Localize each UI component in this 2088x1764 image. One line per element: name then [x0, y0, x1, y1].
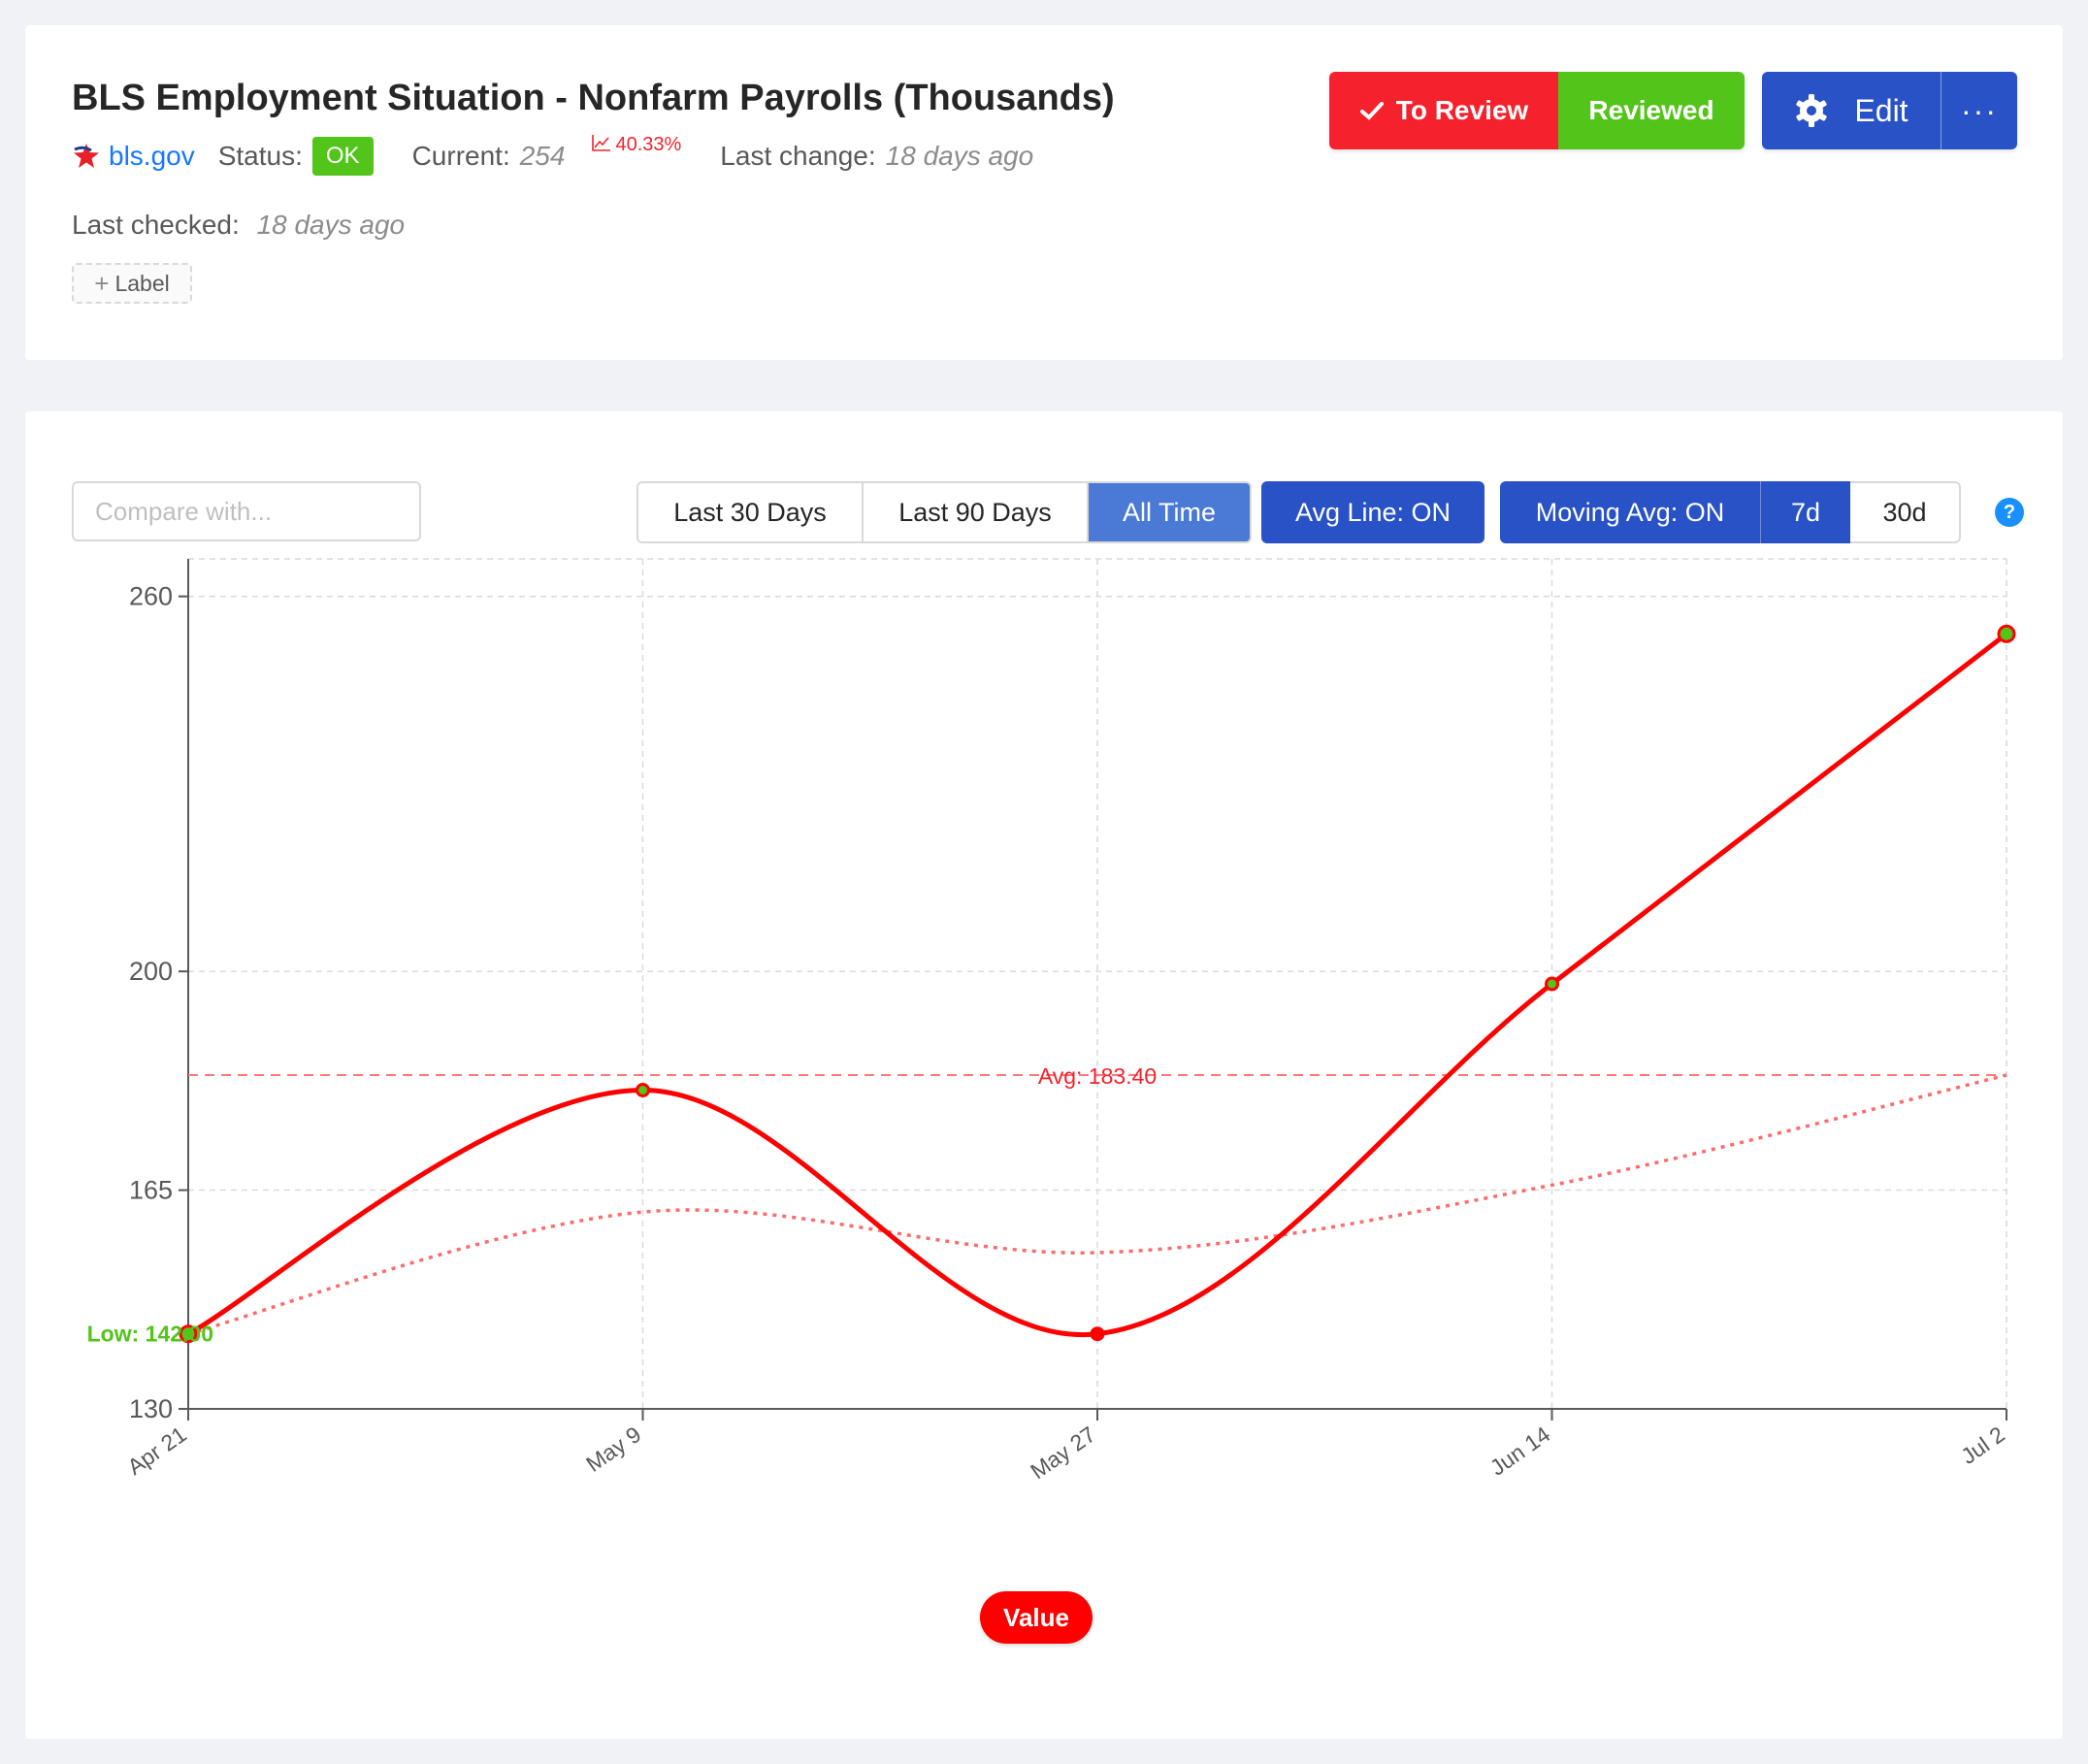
- low-marker-label: Low: 142.00: [87, 1322, 213, 1347]
- last-checked-value: 18 days ago: [256, 210, 406, 240]
- x-tick-label: Jun 14: [1485, 1421, 1555, 1481]
- page-title: BLS Employment Situation - Nonfarm Payro…: [72, 78, 1115, 118]
- y-tick-label: 165: [129, 1176, 173, 1205]
- check-icon: [1359, 102, 1384, 120]
- range-all-time[interactable]: All Time: [1087, 483, 1250, 541]
- avg-line-toggle[interactable]: Avg Line: ON: [1261, 481, 1484, 543]
- y-tick-label: 130: [129, 1394, 173, 1423]
- source-link[interactable]: bls.gov: [109, 141, 195, 172]
- current-label: Current:: [411, 141, 510, 171]
- ma-window-7d[interactable]: 7d: [1760, 481, 1850, 543]
- to-review-label: To Review: [1395, 95, 1529, 125]
- data-point: [636, 1083, 650, 1097]
- legend-item-value[interactable]: Value: [980, 1591, 1093, 1644]
- status-label: Status:: [217, 141, 303, 171]
- chart-card: Last 30 Days Last 90 Days All Time Avg L…: [25, 411, 2063, 1739]
- more-options-button[interactable]: ···: [1941, 72, 2017, 149]
- change-indicator: 40.33%: [592, 134, 681, 156]
- y-tick-label: 260: [129, 582, 173, 611]
- current-value: 254: [519, 141, 566, 171]
- reviewed-button[interactable]: Reviewed: [1558, 72, 1745, 149]
- star-icon: [74, 144, 99, 168]
- last-checked-row: Last checked: 18 days ago: [72, 210, 405, 241]
- add-label-text: Label: [114, 270, 170, 296]
- meta-row: bls.gov Status: OK Current: 254 40.33% L…: [72, 132, 1033, 180]
- last-change-label: Last change:: [720, 141, 876, 171]
- review-button-group: To Review Reviewed: [1329, 72, 1745, 149]
- last-checked-label: Last checked:: [72, 210, 240, 240]
- add-label-button[interactable]: + Label: [72, 263, 192, 304]
- x-tick-label: Jul 2: [1956, 1421, 2009, 1469]
- status-badge: OK: [311, 137, 374, 176]
- y-tick-label: 200: [129, 957, 173, 986]
- trend-up-icon: [592, 134, 611, 151]
- edit-label: Edit: [1854, 92, 1909, 128]
- range-last-90-days[interactable]: Last 90 Days: [862, 483, 1087, 541]
- data-point: [1545, 976, 1559, 992]
- plus-icon: +: [94, 268, 110, 298]
- avg-line-label: Avg: 183.40: [1038, 1063, 1157, 1089]
- ma-window-30d[interactable]: 30d: [1850, 481, 1961, 543]
- range-last-30-days[interactable]: Last 30 Days: [638, 483, 862, 541]
- last-change-value: 18 days ago: [885, 141, 1034, 171]
- to-review-button[interactable]: To Review: [1329, 72, 1558, 149]
- series-line-value: [186, 632, 2008, 1338]
- line-chart: 130 165 200 260 Apr 21 May 9 May 27 Jun 14 Jul 2…: [87, 558, 2016, 1485]
- x-tick-label: May 9: [581, 1421, 645, 1477]
- data-point: [1090, 1326, 1105, 1342]
- x-tick-label: May 27: [1026, 1421, 1100, 1485]
- help-icon[interactable]: ?: [1995, 498, 2024, 527]
- time-range-selector: Last 30 Days Last 90 Days All Time: [636, 481, 1252, 543]
- change-pct: 40.33%: [615, 133, 682, 155]
- edit-button-group: Edit ···: [1762, 72, 2017, 149]
- header-card: BLS Employment Situation - Nonfarm Payro…: [25, 25, 2063, 360]
- edit-button[interactable]: Edit: [1762, 72, 1941, 149]
- compare-input[interactable]: [72, 481, 421, 541]
- data-point: [1997, 624, 2016, 643]
- x-tick-label: Apr 21: [122, 1421, 190, 1480]
- gear-icon: [1796, 94, 1828, 127]
- moving-avg-group: Moving Avg: ON 7d 30d: [1500, 481, 1961, 543]
- moving-avg-toggle[interactable]: Moving Avg: ON: [1500, 481, 1760, 543]
